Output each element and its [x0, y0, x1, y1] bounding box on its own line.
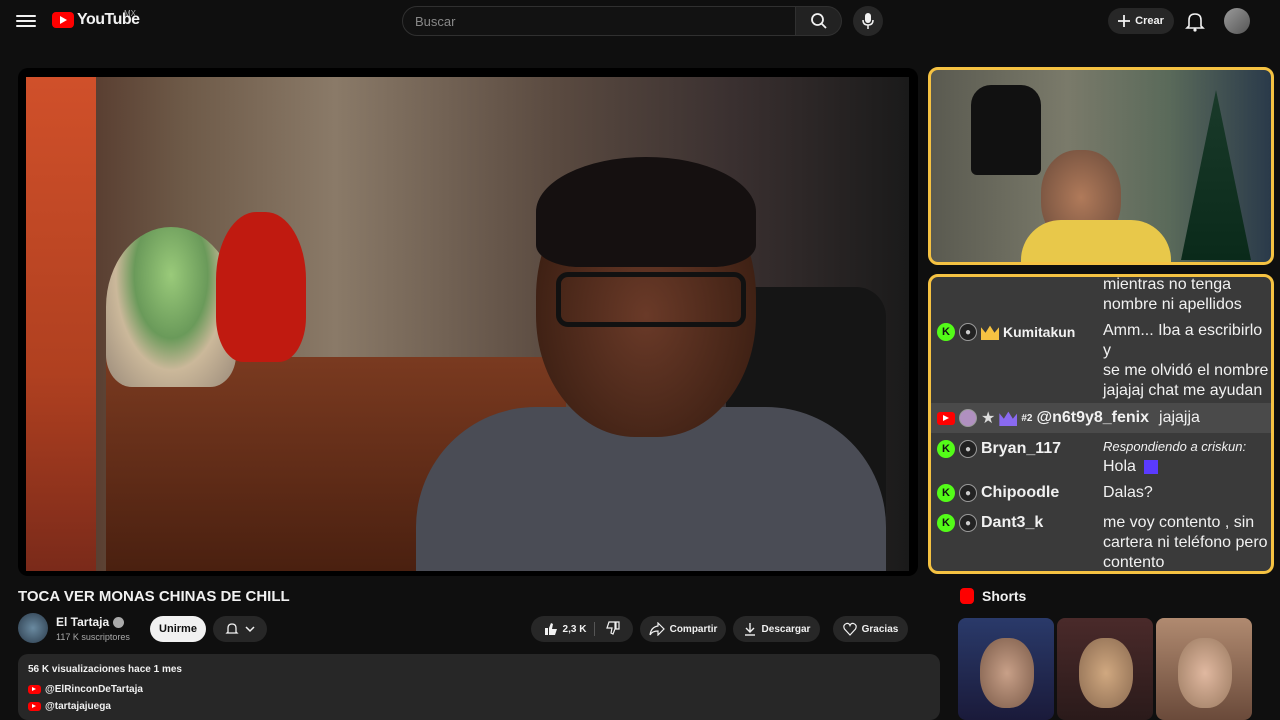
chat-text: Dalas? [1103, 484, 1153, 501]
channel-avatar[interactable] [18, 613, 48, 643]
top-bar: YouTube MX Buscar Crear [0, 0, 1280, 42]
link-text: @ElRinconDeTartaja [45, 684, 143, 695]
chat-text: jajajja [1159, 409, 1200, 426]
reply-label: Respondiendo a criskun: [1103, 439, 1247, 454]
youtube-icon [937, 411, 955, 425]
verified-icon [113, 616, 125, 628]
kick-icon: K [937, 484, 955, 502]
channel-name-text: El Tartaja [56, 615, 110, 629]
short-thumbnail[interactable] [958, 618, 1054, 720]
chat-text: me voy contento , sin [1103, 514, 1255, 531]
download-label: Descargar [761, 623, 811, 635]
chat-text: contento [1103, 554, 1165, 571]
dislike-button[interactable] [600, 620, 621, 638]
like-dislike-group: 2,3 K [531, 616, 633, 642]
like-count: 2,3 K [562, 623, 587, 635]
download-icon [744, 623, 755, 636]
star-icon: ★ [981, 410, 996, 427]
user-badge-icon: ● [959, 323, 977, 341]
chat-username: @n6t9y8_fenix [1036, 409, 1150, 426]
download-button[interactable]: Descargar [733, 616, 820, 642]
subscriber-count: 117 K suscriptores [56, 632, 130, 642]
link-text: @tartajajuega [45, 701, 111, 712]
user-badge-icon: ● [959, 484, 977, 502]
subscription-notifications-button[interactable] [213, 616, 267, 642]
user-badge-icon: ● [959, 514, 977, 532]
search-icon [810, 13, 827, 29]
user-badge-icon: ● [959, 440, 977, 458]
chat-text: Hola [1103, 458, 1136, 475]
voice-search-button[interactable] [853, 6, 883, 36]
stream-chat-overlay: mientras no tenga nombre ni apellidos K … [928, 274, 1274, 574]
youtube-play-icon [52, 12, 74, 28]
bell-icon [225, 623, 239, 634]
youtube-icon [28, 702, 41, 711]
video-title: TOCA VER MONAS CHINAS DE CHILL [18, 588, 290, 605]
create-button[interactable]: Crear [1108, 8, 1174, 34]
shorts-heading: Shorts [960, 588, 1026, 604]
share-label: Compartir [669, 623, 718, 635]
short-thumbnail[interactable] [1057, 618, 1153, 720]
short-thumbnail[interactable] [1156, 618, 1252, 720]
rank-badge: #2 [1021, 412, 1033, 424]
chevron-down-icon [245, 626, 255, 633]
chat-username: Dant3_k [981, 514, 1044, 531]
thanks-button[interactable]: Gracias [833, 616, 908, 642]
search-input[interactable]: Buscar [402, 6, 796, 36]
chat-username: Bryan_117 [981, 440, 1062, 457]
shorts-icon [960, 588, 974, 604]
share-button[interactable]: Compartir [640, 616, 726, 642]
description-link[interactable]: @ElRinconDeTartaja [28, 684, 143, 695]
description-box[interactable]: 56 K visualizaciones hace 1 mes @ElRinco… [18, 654, 940, 720]
chat-message-highlight: ★ #2 @n6t9y8_fenix jajajja [931, 403, 1271, 433]
crown-icon [981, 325, 999, 340]
channel-name[interactable]: El Tartaja [56, 615, 125, 629]
join-button[interactable]: Unirme [150, 616, 206, 642]
account-avatar[interactable] [1224, 8, 1250, 34]
chat-username: Kumitakun [1003, 324, 1076, 340]
shorts-title: Shorts [982, 588, 1027, 604]
youtube-icon [28, 685, 41, 694]
chat-username: Chipoodle [981, 484, 1060, 501]
chat-text: Amm... Iba a escribirlo y [1103, 322, 1263, 359]
heart-dollar-icon [842, 622, 857, 636]
crown-icon [999, 411, 1018, 426]
webcam-overlay [928, 67, 1274, 265]
chat-text: nombre ni apellidos [1103, 296, 1242, 313]
country-code: MX [124, 9, 136, 18]
search-placeholder: Buscar [415, 13, 456, 29]
search-button[interactable] [796, 6, 842, 36]
video-frame [26, 77, 909, 571]
create-label: Crear [1135, 15, 1164, 27]
menu-icon[interactable] [14, 12, 38, 30]
kick-icon: K [937, 323, 955, 341]
user-avatar [959, 409, 977, 427]
like-button[interactable]: 2,3 K [544, 622, 596, 636]
thumbs-up-icon [544, 623, 557, 635]
share-icon [648, 622, 665, 636]
chat-text: mientras no tenga [1103, 276, 1232, 293]
emote-icon [1144, 459, 1159, 474]
thumbs-down-icon [606, 620, 621, 635]
notifications-bell-icon[interactable] [1184, 10, 1206, 32]
microphone-icon [862, 13, 874, 29]
plus-icon [1118, 15, 1131, 27]
chat-text: jajajaj chat me ayudan [1103, 382, 1263, 399]
chat-text: cartera ni teléfono pero [1103, 534, 1268, 551]
kick-icon: K [937, 514, 955, 532]
chat-text: se me olvidó el nombre [1103, 362, 1269, 379]
thanks-label: Gracias [861, 623, 899, 635]
description-link[interactable]: @tartajajuega [28, 701, 111, 712]
video-player[interactable] [18, 68, 918, 576]
view-count-date: 56 K visualizaciones hace 1 mes [28, 664, 182, 675]
kick-icon: K [937, 440, 955, 458]
